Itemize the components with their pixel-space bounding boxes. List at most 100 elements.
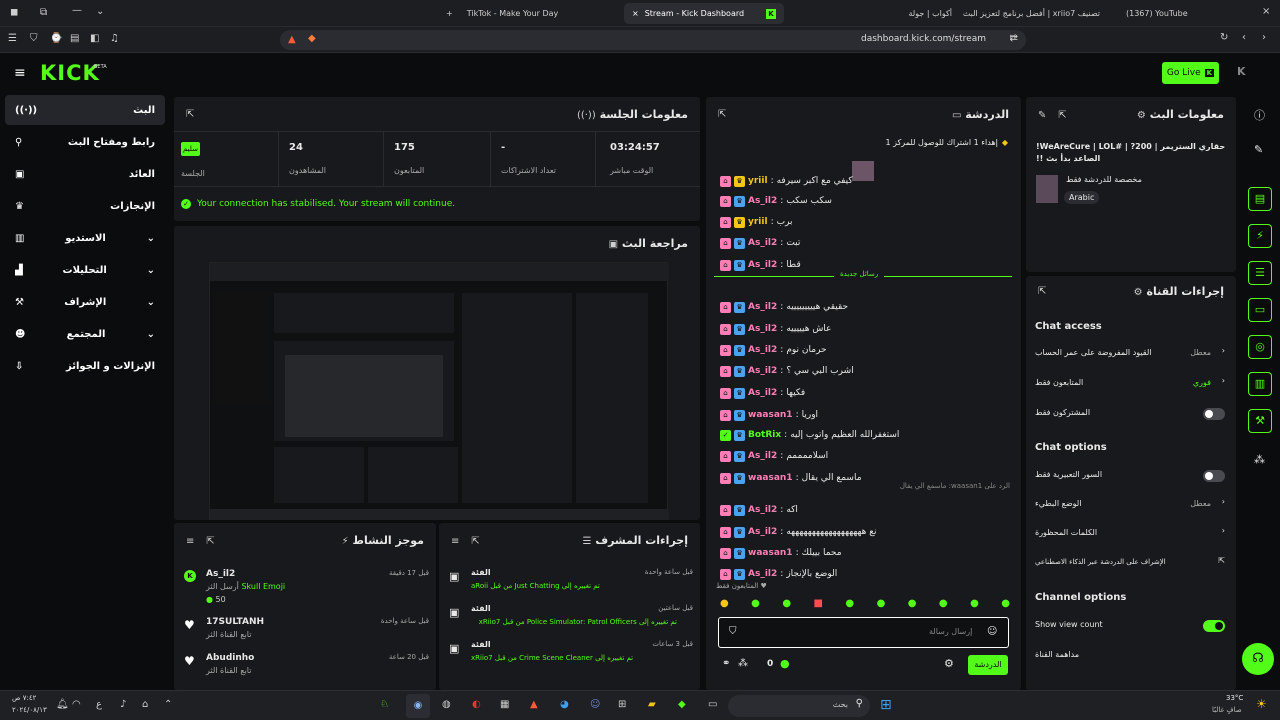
wifi-icon[interactable]: ◠: [72, 699, 81, 710]
folder-icon[interactable]: ▰: [648, 699, 656, 710]
app-icon[interactable]: ◐: [472, 699, 481, 710]
windows-start-icon[interactable]: ⊞: [880, 697, 892, 713]
chat-input[interactable]: ☺ إرسال رسالة ⛉: [718, 617, 1009, 648]
close-window-icon[interactable]: ×: [1262, 6, 1270, 17]
setting-row[interactable]: المتابعون فقط فوري ›: [1035, 376, 1225, 392]
brave-shield-icon[interactable]: ▲: [288, 34, 296, 45]
obs-icon[interactable]: ◍: [442, 699, 451, 710]
setting-row[interactable]: Show view count: [1035, 618, 1225, 634]
chat-username[interactable]: As_il2: [748, 345, 777, 355]
stream-preview-video[interactable]: [209, 262, 669, 520]
chat-username[interactable]: As_il2: [748, 505, 777, 515]
setting-row[interactable]: السور التعبيرية فقط: [1035, 468, 1225, 484]
sidebar-item-community[interactable]: ⌄ المجتمع ☻: [5, 319, 165, 349]
tabs-icon[interactable]: ▤: [70, 33, 79, 44]
setting-row[interactable]: القيود المفروضة على عمر الحساب معطل ›: [1035, 346, 1225, 362]
emote-icon[interactable]: ●: [877, 598, 886, 614]
mic-icon[interactable]: ♪: [120, 699, 126, 710]
emote-icon[interactable]: ●: [720, 598, 729, 614]
sidebar-icon[interactable]: ◧: [90, 33, 99, 44]
chat-username[interactable]: As_il2: [748, 302, 777, 312]
popout-icon[interactable]: ⇱: [1038, 286, 1046, 297]
chat-username[interactable]: As_il2: [748, 388, 777, 398]
emote-icon[interactable]: ●: [908, 598, 917, 614]
back-icon[interactable]: ‹: [1242, 32, 1246, 43]
wrench-icon[interactable]: ⚒: [1248, 409, 1272, 433]
go-live-button[interactable]: Go Live K: [1162, 62, 1219, 84]
edit-icon[interactable]: ✎: [1038, 110, 1046, 121]
shield-icon[interactable]: ⛉: [729, 626, 737, 637]
taskbar-search[interactable]: بحث ⚲: [728, 695, 870, 717]
discord-icon[interactable]: ☺: [590, 699, 600, 710]
layout-icon[interactable]: ▤: [1248, 187, 1272, 211]
users-icon[interactable]: ⁂: [1254, 453, 1265, 466]
popout-icon[interactable]: ⇱: [1058, 110, 1066, 121]
chat-username[interactable]: waasan1: [748, 548, 793, 558]
list-icon[interactable]: ☰: [1248, 261, 1272, 285]
explorer-icon[interactable]: ▦: [500, 699, 509, 710]
popout-icon[interactable]: ⇱: [206, 536, 214, 547]
chat-settings-icon[interactable]: ⚭: [722, 658, 730, 669]
popout-icon[interactable]: ⇱: [186, 109, 194, 120]
taskview-icon[interactable]: ▭: [708, 699, 717, 710]
tab-jawla[interactable]: أكواب | جولة: [880, 3, 960, 24]
chevron-up-icon[interactable]: ⌃: [164, 699, 172, 710]
setting-row[interactable]: الوضع البطيء معطل ›: [1035, 497, 1225, 513]
history-icon[interactable]: ⌚: [50, 33, 62, 44]
emote-icon[interactable]: ●: [939, 598, 948, 614]
chat-username[interactable]: As_il2: [748, 260, 777, 270]
subscribers-only-toggle[interactable]: [1203, 408, 1225, 420]
network-icon[interactable]: ⌂: [142, 699, 148, 710]
chat-username[interactable]: BotRix: [748, 430, 781, 440]
brave-icon[interactable]: ▲: [530, 699, 538, 710]
lightning-icon[interactable]: ⚡: [1248, 224, 1272, 248]
menu-icon[interactable]: ☰: [8, 33, 17, 44]
sidebar-item-drops[interactable]: الإنزالات و الجوائز ⇩: [5, 351, 165, 381]
sidebar-item-revenue[interactable]: العائد ▣: [5, 159, 165, 189]
broadcast-icon[interactable]: ◎: [1248, 335, 1272, 359]
chat-username[interactable]: As_il2: [748, 238, 777, 248]
chat-username[interactable]: waasan1: [748, 410, 793, 420]
sidebar-item-stream-key[interactable]: رابط ومفتاح البث ⚲: [5, 127, 165, 157]
language-icon[interactable]: ع: [96, 699, 102, 710]
emote-icon[interactable]: ●: [1001, 598, 1010, 614]
pinned-message[interactable]: ◆ إهداء 1 اشتراك للوصول للمركز 1: [714, 131, 1014, 153]
hamburger-icon[interactable]: ≡: [14, 65, 26, 81]
sidebar-item-studio[interactable]: ⌄ الاستديو ▥: [5, 223, 165, 253]
app-icon[interactable]: ◆: [678, 699, 686, 710]
chevron-down-icon[interactable]: ⌄: [96, 6, 104, 17]
chat-icon[interactable]: ▭: [1248, 298, 1272, 322]
category-name[interactable]: مخصصة للدردشة فقط: [1066, 175, 1142, 184]
sidebar-item-moderation[interactable]: ⌄ الإشراف ⚒: [5, 287, 165, 317]
layers-icon[interactable]: ▥: [1248, 372, 1272, 396]
sidebar-item-stream[interactable]: البث ((·)): [5, 95, 165, 125]
popout-icon[interactable]: ⇱: [471, 536, 479, 547]
sidebar-item-achievements[interactable]: الإنجازات ♛: [5, 191, 165, 221]
shield-icon[interactable]: ⛉: [30, 33, 38, 44]
setting-row[interactable]: المشتركون فقط: [1035, 406, 1225, 422]
emoji-icon[interactable]: ☺: [987, 626, 997, 637]
support-icon[interactable]: ☊: [1242, 643, 1274, 675]
chat-username[interactable]: As_il2: [748, 366, 777, 376]
activity-user[interactable]: As_il2: [206, 569, 235, 579]
filter-icon[interactable]: ≡: [186, 536, 194, 547]
bell-icon[interactable]: 🔔︎: [56, 699, 69, 710]
tab-xriio7[interactable]: تصنيف xriio7 | أفضل برنامج لتعزيز البث: [958, 3, 1108, 24]
sidebar-item-analytics[interactable]: ⌄ التحليلات ▟: [5, 255, 165, 285]
extension-icon[interactable]: ◆: [308, 33, 316, 44]
emote-icon[interactable]: ●: [845, 598, 854, 614]
chat-username[interactable]: As_il2: [748, 451, 777, 461]
users-icon[interactable]: ⁂: [738, 658, 748, 669]
add-tab-icon[interactable]: +: [446, 9, 453, 18]
chat-username[interactable]: As_il2: [748, 324, 777, 334]
chat-username[interactable]: As_il2: [748, 527, 777, 537]
reload-icon[interactable]: ↻: [1220, 32, 1228, 43]
emote-icon[interactable]: ■: [814, 598, 823, 614]
show-view-count-toggle[interactable]: [1203, 620, 1225, 632]
close-icon[interactable]: ×: [632, 9, 639, 18]
tab-youtube[interactable]: (1367) YouTube: [1118, 3, 1228, 24]
setting-row[interactable]: الإشراف على الدردشة عبر الذكاء الاصطناعي…: [1035, 556, 1225, 572]
kick-user-icon[interactable]: K: [1237, 65, 1246, 78]
setting-row[interactable]: الكلمات المحظورة ›: [1035, 526, 1225, 542]
edge-icon[interactable]: ◕: [560, 699, 569, 710]
